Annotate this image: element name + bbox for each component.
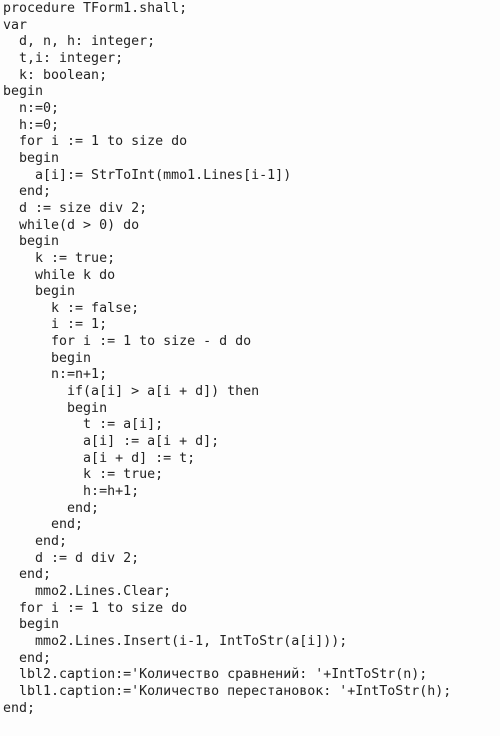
code-line: a[i] := a[i + d]; [3, 434, 220, 450]
code-line: begin [3, 150, 60, 166]
code-line: a[i]:= StrToInt(mmo1.Lines[i-1]) [3, 167, 292, 183]
code-line: begin [3, 350, 92, 366]
code-line: i := 1; [3, 317, 108, 333]
code-line: lbl1.caption:='Количество перестановок: … [3, 683, 452, 699]
code-line: d := d div 2; [3, 550, 140, 566]
code-line: end; [3, 567, 52, 583]
code-line: procedure TForm1.shall; [3, 1, 188, 16]
code-line: begin [3, 617, 60, 633]
code-line: if(a[i] > a[i + d]) then [3, 384, 260, 400]
code-line: mmo2.Lines.Clear; [3, 583, 172, 599]
code-line: begin [3, 234, 60, 250]
code-line: lbl2.caption:='Количество сравнений: '+I… [3, 667, 428, 683]
code-line: a[i + d] := t; [3, 450, 196, 466]
code-line: t,i: integer; [3, 50, 124, 66]
code-line: k := true; [3, 250, 116, 266]
code-listing[interactable]: procedure TForm1.shall; var d, n, h: inte… [0, 0, 500, 718]
code-line: for i := 1 to size - d do [3, 334, 252, 350]
code-line: begin [3, 284, 76, 300]
code-line: mmo2.Lines.Insert(i-1, IntToStr(a[i])); [3, 633, 348, 649]
code-line: k := false; [3, 300, 140, 316]
code-line: h:=0; [3, 117, 60, 133]
code-line: end; [3, 184, 52, 200]
code-line: var [3, 17, 28, 33]
code-line: end; [3, 534, 68, 549]
code-line: d := size div 2; [3, 200, 148, 216]
code-line: end; [3, 517, 84, 533]
code-line: end; [3, 500, 100, 516]
code-line: n:=0; [3, 100, 60, 116]
code-line: t := a[i]; [3, 417, 164, 433]
code-line: while k do [3, 267, 116, 283]
code-line: begin [3, 400, 108, 416]
code-line: end; [3, 700, 36, 716]
code-line: begin [3, 84, 44, 100]
code-line: k: boolean; [3, 67, 108, 83]
code-line: k := true; [3, 467, 164, 483]
code-line: while(d > 0) do [3, 217, 140, 233]
code-line: h:=h+1; [3, 484, 140, 500]
code-line: end; [3, 650, 52, 666]
code-line: n:=n+1; [3, 367, 108, 383]
code-line: for i := 1 to size do [3, 600, 188, 616]
code-line: d, n, h: integer; [3, 34, 156, 50]
code-line: for i := 1 to size do [3, 134, 188, 150]
